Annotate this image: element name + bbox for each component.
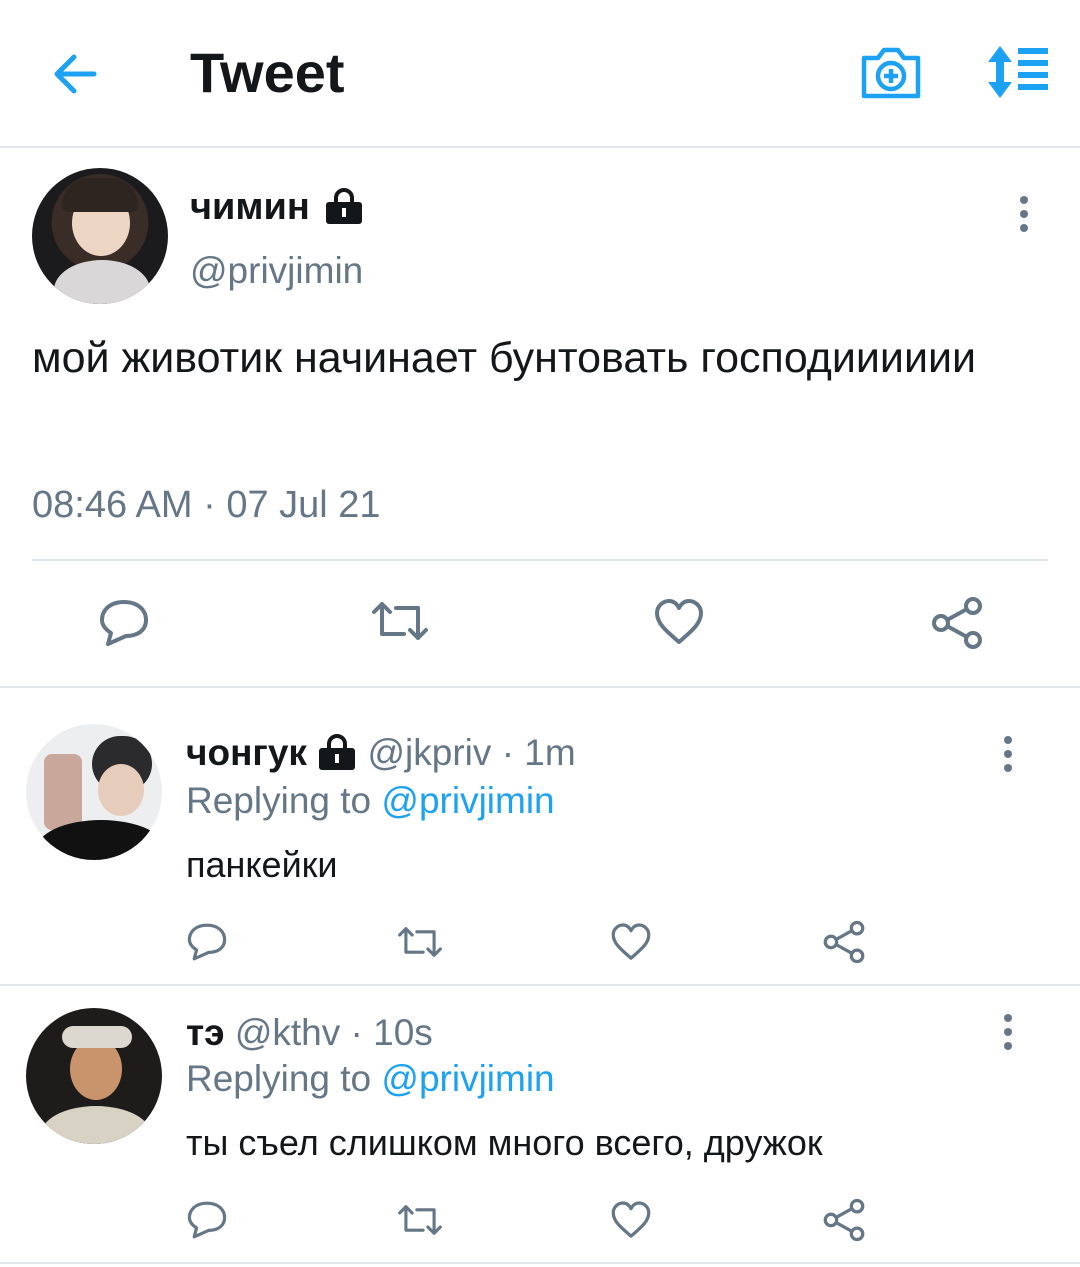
- author-handle[interactable]: @jkpriv: [368, 732, 492, 773]
- reply-icon[interactable]: [98, 598, 150, 648]
- tweet-text: мой животик начинает бунтовать господиии…: [32, 334, 977, 382]
- reply-time: · 10s: [350, 1012, 433, 1053]
- share-icon[interactable]: [822, 1198, 866, 1242]
- retweet-icon[interactable]: [396, 924, 444, 960]
- lock-icon: [326, 188, 363, 224]
- author-handle[interactable]: @privjimin: [190, 250, 363, 292]
- author-name[interactable]: чонгук: [186, 732, 307, 773]
- separator: [0, 1262, 1080, 1264]
- author-name[interactable]: тэ: [186, 1012, 225, 1053]
- reply-icon[interactable]: [186, 922, 228, 962]
- more-options-icon[interactable]: [1014, 194, 1034, 234]
- reply-text: ты съел слишком много всего, дружок: [186, 1122, 823, 1163]
- reply-header: чонгук @jkpriv · 1m: [186, 732, 576, 774]
- page-title: Tweet: [190, 41, 345, 104]
- like-icon[interactable]: [610, 922, 652, 962]
- reply-time: · 1m: [501, 732, 576, 773]
- avatar[interactable]: [26, 724, 162, 860]
- mention-link[interactable]: @privjimin: [381, 780, 554, 821]
- camera-icon[interactable]: [858, 42, 924, 102]
- divider: [32, 559, 1048, 561]
- separator: [0, 984, 1080, 986]
- reply-header: тэ @kthv · 10s: [186, 1012, 433, 1054]
- share-icon[interactable]: [930, 596, 984, 650]
- avatar[interactable]: [26, 1008, 162, 1144]
- replying-to-label: Replying to: [186, 780, 372, 821]
- reply-text: панкейки: [186, 844, 338, 885]
- sort-icon[interactable]: [980, 42, 1052, 102]
- back-arrow-icon[interactable]: [44, 44, 104, 104]
- reply-icon[interactable]: [186, 1200, 228, 1240]
- author-name[interactable]: чимин: [190, 186, 364, 229]
- avatar[interactable]: [32, 168, 168, 304]
- retweet-icon[interactable]: [396, 1202, 444, 1238]
- more-options-icon[interactable]: [998, 734, 1018, 774]
- replying-to-label: Replying to: [186, 1058, 372, 1099]
- author-name-text: чимин: [190, 186, 310, 228]
- lock-icon: [319, 734, 356, 771]
- author-handle[interactable]: @kthv: [235, 1012, 340, 1053]
- replying-to: Replying to @privjimin: [186, 780, 555, 822]
- top-bar: Tweet: [0, 0, 1080, 148]
- like-icon[interactable]: [653, 598, 705, 646]
- more-options-icon[interactable]: [998, 1012, 1018, 1052]
- mention-link[interactable]: @privjimin: [381, 1058, 554, 1099]
- share-icon[interactable]: [822, 920, 866, 964]
- like-icon[interactable]: [610, 1200, 652, 1240]
- replying-to: Replying to @privjimin: [186, 1058, 555, 1100]
- retweet-icon[interactable]: [370, 598, 430, 644]
- tweet-timestamp: 08:46 AM · 07 Jul 21: [32, 484, 381, 526]
- separator: [0, 686, 1080, 688]
